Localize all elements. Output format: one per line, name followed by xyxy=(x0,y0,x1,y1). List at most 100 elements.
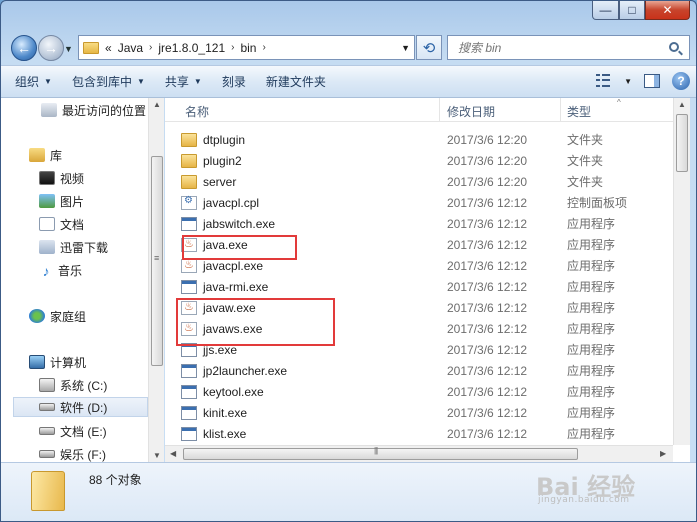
scroll-left-icon[interactable]: ◀ xyxy=(170,449,176,458)
java-icon xyxy=(181,237,197,252)
table-row[interactable]: dtplugin 2017/3/6 12:20 文件夹 xyxy=(181,129,675,150)
organize-button[interactable]: 组织 ▼ xyxy=(15,73,52,90)
table-row[interactable]: jp2launcher.exe 2017/3/6 12:12 应用程序 xyxy=(181,360,675,381)
search-input[interactable] xyxy=(458,40,658,55)
item-count: 88 个对象 xyxy=(89,473,142,487)
scrollbar-thumb[interactable] xyxy=(151,156,163,366)
sidebar-item-label: 库 xyxy=(50,148,63,163)
exe-icon xyxy=(181,279,197,294)
sidebar-item-thunder-downloads[interactable]: 迅雷下载 xyxy=(39,237,108,257)
sidebar-item-music[interactable]: ♪ 音乐 xyxy=(39,260,83,280)
exe-icon xyxy=(181,426,197,441)
file-type: 应用程序 xyxy=(567,343,616,357)
nav-pane-scrollbar[interactable]: ▲ ▼ xyxy=(148,98,164,462)
file-date: 2017/3/6 12:12 xyxy=(447,426,528,441)
exe-icon xyxy=(181,384,197,399)
sidebar-item-label: 家庭组 xyxy=(50,309,87,324)
download-folder-icon xyxy=(39,240,55,254)
file-type: 应用程序 xyxy=(567,406,616,420)
table-row[interactable]: plugin2 2017/3/6 12:20 文件夹 xyxy=(181,150,675,171)
column-header-name[interactable]: 名称 xyxy=(185,103,209,120)
table-row[interactable]: keytool.exe 2017/3/6 12:12 应用程序 xyxy=(181,381,675,402)
include-in-library-button[interactable]: 包含到库中 ▼ xyxy=(72,73,145,90)
java-icon xyxy=(181,300,197,315)
sidebar-item-drive-f[interactable]: 娱乐 (F:) xyxy=(39,444,106,464)
java-icon xyxy=(181,321,197,336)
sidebar-item-computer[interactable]: 计算机 xyxy=(29,352,86,372)
sidebar-item-homegroup[interactable]: 家庭组 xyxy=(29,306,86,326)
sidebar-item-drive-c[interactable]: 系统 (C:) xyxy=(39,375,107,395)
breadcrumb-java[interactable]: Java xyxy=(118,41,143,55)
new-folder-button[interactable]: 新建文件夹 xyxy=(266,73,326,90)
file-list-horizontal-scrollbar[interactable]: ◀ ▶ xyxy=(165,445,673,462)
sidebar-item-documents[interactable]: 文档 xyxy=(39,214,84,234)
file-date: 2017/3/6 12:12 xyxy=(447,321,528,336)
close-button[interactable]: ✕ xyxy=(645,1,690,20)
column-divider[interactable] xyxy=(560,98,561,122)
folder-icon xyxy=(181,153,197,168)
table-row[interactable]: server 2017/3/6 12:20 文件夹 xyxy=(181,171,675,192)
exe-icon xyxy=(181,363,197,378)
file-name: plugin2 xyxy=(203,153,242,168)
burn-button[interactable]: 刻录 xyxy=(222,73,246,90)
forward-button[interactable]: → xyxy=(38,35,64,61)
breadcrumb-jre[interactable]: jre1.8.0_121 xyxy=(158,41,225,55)
folder-icon xyxy=(31,471,65,511)
explorer-window: — □ ✕ ← → ▼ « Java › jre1.8.0_121 › bin … xyxy=(0,0,697,522)
breadcrumb-bin[interactable]: bin xyxy=(240,41,256,55)
computer-icon xyxy=(29,355,45,369)
chevron-down-icon: ▼ xyxy=(136,77,145,86)
chevron-down-icon[interactable]: ▼ xyxy=(401,43,410,53)
chevron-right-icon[interactable]: › xyxy=(262,42,265,53)
table-row[interactable]: javacpl.cpl 2017/3/6 12:12 控制面板项 xyxy=(181,192,675,213)
refresh-button[interactable]: ⟲ xyxy=(416,35,442,60)
search-icon[interactable] xyxy=(669,42,679,52)
table-row[interactable]: javaw.exe 2017/3/6 12:12 应用程序 xyxy=(181,297,675,318)
chevron-right-icon[interactable]: › xyxy=(231,42,234,53)
recent-pages-dropdown-icon[interactable]: ▼ xyxy=(64,44,73,54)
sidebar-item-label: 娱乐 (F:) xyxy=(60,447,106,462)
sidebar-item-drive-d[interactable]: 软件 (D:) xyxy=(13,397,148,417)
scrollbar-thumb[interactable] xyxy=(183,446,578,460)
scroll-up-icon[interactable]: ▲ xyxy=(153,100,161,109)
file-date: 2017/3/6 12:12 xyxy=(447,237,528,252)
chevron-right-icon[interactable]: › xyxy=(149,42,152,53)
breadcrumb-overflow[interactable]: « xyxy=(105,41,112,55)
maximize-button[interactable]: □ xyxy=(619,1,645,20)
table-row[interactable]: kinit.exe 2017/3/6 12:12 应用程序 xyxy=(181,402,675,423)
homegroup-icon xyxy=(29,309,45,323)
file-name: server xyxy=(203,174,237,189)
file-list-vertical-scrollbar[interactable]: ▲ xyxy=(673,98,690,445)
sidebar-item-library[interactable]: 库 xyxy=(29,145,62,165)
column-divider[interactable] xyxy=(439,98,440,122)
scrollbar-thumb[interactable] xyxy=(676,114,688,172)
drive-icon xyxy=(39,403,55,411)
table-row[interactable]: java.exe 2017/3/6 12:12 应用程序 xyxy=(181,234,675,255)
minimize-button[interactable]: — xyxy=(592,1,619,20)
scroll-right-icon[interactable]: ▶ xyxy=(660,449,666,458)
sidebar-item-label: 计算机 xyxy=(50,355,87,370)
column-header-type[interactable]: 类型 xyxy=(567,103,591,120)
view-options-icon[interactable] xyxy=(596,74,612,88)
back-button[interactable]: ← xyxy=(11,35,37,61)
search-box[interactable] xyxy=(447,35,690,60)
chevron-down-icon[interactable]: ▼ xyxy=(624,77,632,86)
help-icon[interactable]: ? xyxy=(672,72,690,90)
sidebar-item-recent[interactable]: 最近访问的位置 xyxy=(41,100,146,120)
table-row[interactable]: javacpl.exe 2017/3/6 12:12 应用程序 xyxy=(181,255,675,276)
share-button[interactable]: 共享 ▼ xyxy=(165,73,202,90)
table-row[interactable]: klist.exe 2017/3/6 12:12 应用程序 xyxy=(181,423,675,444)
table-row[interactable]: javaws.exe 2017/3/6 12:12 应用程序 xyxy=(181,318,675,339)
scroll-down-icon[interactable]: ▼ xyxy=(153,451,161,460)
sidebar-item-videos[interactable]: 视频 xyxy=(39,168,84,188)
table-row[interactable]: jjs.exe 2017/3/6 12:12 应用程序 xyxy=(181,339,675,360)
file-date: 2017/3/6 12:12 xyxy=(447,216,528,231)
table-row[interactable]: java-rmi.exe 2017/3/6 12:12 应用程序 xyxy=(181,276,675,297)
sidebar-item-drive-e[interactable]: 文档 (E:) xyxy=(39,421,107,441)
preview-pane-icon[interactable] xyxy=(644,74,660,88)
table-row[interactable]: jabswitch.exe 2017/3/6 12:12 应用程序 xyxy=(181,213,675,234)
address-bar[interactable]: « Java › jre1.8.0_121 › bin › ▼ xyxy=(78,35,415,60)
column-header-date[interactable]: 修改日期 xyxy=(447,103,495,120)
sidebar-item-pictures[interactable]: 图片 xyxy=(39,191,84,211)
scroll-up-icon[interactable]: ▲ xyxy=(678,100,686,109)
